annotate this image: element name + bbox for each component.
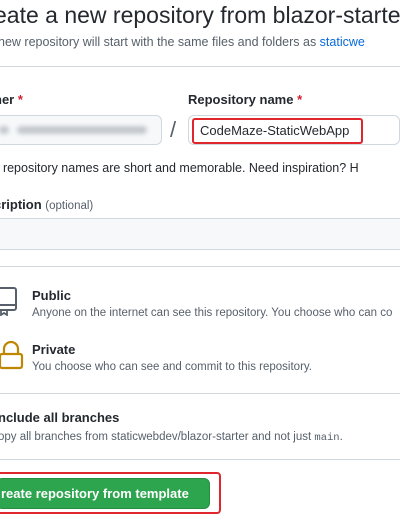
public-option-title[interactable]: Public bbox=[32, 288, 71, 303]
description-label: cription (optional) bbox=[0, 197, 93, 212]
header-divider bbox=[0, 66, 400, 67]
description-divider bbox=[0, 266, 400, 267]
include-branches-desc-text: opy all branches from staticwebdev/blazo… bbox=[0, 431, 315, 443]
description-label-text: cription bbox=[0, 197, 42, 212]
repo-name-hint: t repository names are short and memorab… bbox=[0, 161, 359, 175]
owner-repo-separator: / bbox=[170, 117, 177, 142]
include-branches-title[interactable]: nclude all branches bbox=[0, 410, 119, 425]
repo-name-value[interactable]: CodeMaze-StaticWebApp bbox=[192, 118, 363, 144]
page-title: eate a new repository from blazor-starte… bbox=[0, 2, 400, 28]
branch-code: main bbox=[314, 432, 340, 444]
repo-name-label-text: Repository name bbox=[188, 92, 294, 107]
subtitle-text: new repository will start with the same … bbox=[0, 35, 320, 49]
owner-label: ner * bbox=[0, 92, 23, 107]
page-subtitle: new repository will start with the same … bbox=[0, 35, 365, 49]
private-option-desc: You choose who can see and commit to thi… bbox=[32, 361, 312, 373]
repo-name-label: Repository name * bbox=[188, 92, 302, 107]
include-branches-desc-end: . bbox=[339, 431, 343, 443]
public-option-desc: Anyone on the internet can see this repo… bbox=[32, 307, 393, 319]
owner-name-blurred bbox=[17, 126, 147, 134]
private-option-title[interactable]: Private bbox=[32, 342, 75, 357]
owner-label-text: ner bbox=[0, 92, 15, 107]
template-link[interactable]: staticwe bbox=[320, 35, 365, 49]
owner-avatar-blurred bbox=[0, 126, 9, 134]
include-branches-desc: opy all branches from staticwebdev/blazo… bbox=[0, 431, 343, 444]
visibility-divider bbox=[0, 393, 400, 394]
create-repository-button[interactable]: reate repository from template bbox=[0, 478, 210, 509]
repo-name-required-mark: * bbox=[297, 92, 303, 107]
description-optional: (optional) bbox=[45, 200, 94, 212]
owner-required-mark: * bbox=[17, 92, 23, 107]
repo-icon bbox=[0, 286, 22, 317]
lock-icon bbox=[0, 340, 26, 370]
branches-divider bbox=[0, 459, 400, 460]
owner-select[interactable] bbox=[0, 115, 162, 145]
description-input[interactable] bbox=[0, 218, 400, 250]
